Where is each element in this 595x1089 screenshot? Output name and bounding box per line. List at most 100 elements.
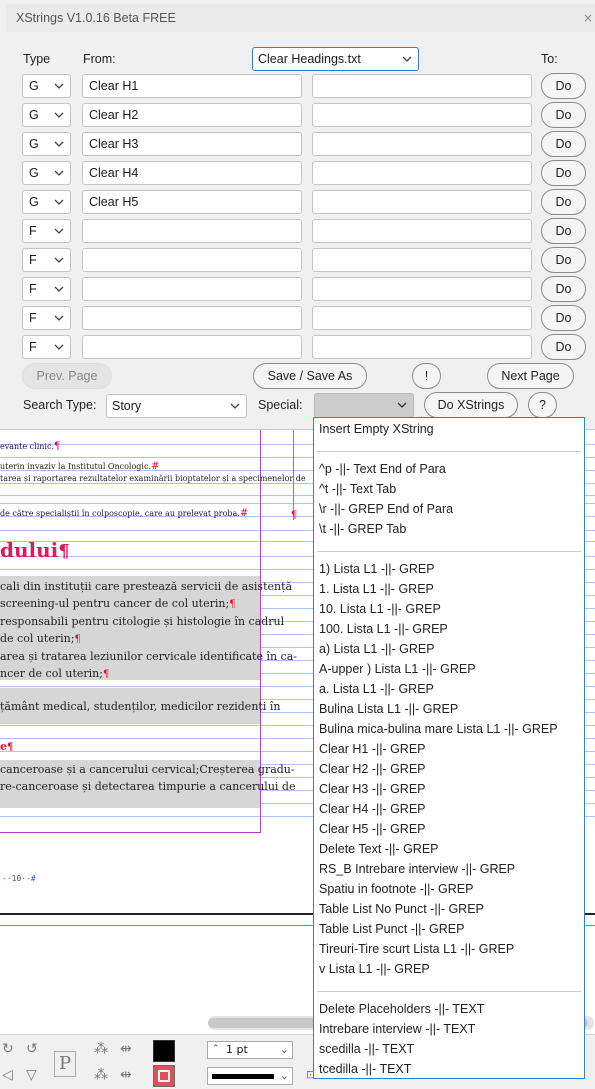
special-menu-item[interactable]: ^t -||- Text Tab xyxy=(319,482,396,496)
to-field[interactable] xyxy=(312,103,532,127)
menu-separator xyxy=(317,551,581,552)
rotate-cw-icon[interactable]: ↺ xyxy=(26,1041,38,1057)
special-menu-item[interactable]: Insert Empty XString xyxy=(319,422,434,436)
special-menu-item[interactable]: Bulina mica-bulina mare Lista L1 -||- GR… xyxy=(319,722,558,736)
special-menu-item[interactable]: Delete Text -||- GREP xyxy=(319,842,439,856)
special-select[interactable] xyxy=(314,393,414,418)
close-icon[interactable]: × xyxy=(583,11,593,25)
special-menu-item[interactable]: scedilla -||- TEXT xyxy=(319,1042,414,1056)
special-menu-item[interactable]: tcedilla -||- TEXT xyxy=(319,1062,411,1076)
distribute-icon[interactable]: ⁂ xyxy=(94,1041,108,1057)
special-menu-item[interactable]: RS_B Intrebare interview -||- GREP xyxy=(319,862,515,876)
align-icon[interactable]: ⇹ xyxy=(120,1041,132,1057)
special-menu-item[interactable]: a) Lista L1 -||- GREP xyxy=(319,642,435,656)
fill-swatch[interactable] xyxy=(153,1040,175,1062)
special-menu-item[interactable]: Bulina Lista L1 -||- GREP xyxy=(319,702,458,716)
do-button[interactable]: Do xyxy=(541,73,586,99)
do-button[interactable]: Do xyxy=(541,276,586,302)
do-xstrings-button[interactable]: Do XStrings xyxy=(424,392,518,418)
from-field[interactable] xyxy=(82,277,302,301)
stroke-swatch[interactable] xyxy=(153,1065,175,1087)
from-field[interactable]: Clear H1 xyxy=(82,74,302,98)
do-button[interactable]: Do xyxy=(541,131,586,157)
to-field[interactable] xyxy=(312,219,532,243)
special-menu-item[interactable]: 10. Lista L1 -||- GREP xyxy=(319,602,441,616)
to-field[interactable] xyxy=(312,335,532,359)
type-select[interactable]: G xyxy=(22,103,71,127)
special-menu-item[interactable]: Clear H3 -||- GREP xyxy=(319,782,426,796)
special-menu-item[interactable]: v Lista L1 -||- GREP xyxy=(319,962,430,976)
type-value: G xyxy=(29,108,39,122)
type-select[interactable]: F xyxy=(22,219,71,243)
special-menu-item[interactable]: ^p -||- Text End of Para xyxy=(319,462,446,476)
special-menu-item[interactable]: Clear H5 -||- GREP xyxy=(319,822,426,836)
type-select[interactable]: F xyxy=(22,306,71,330)
type-select[interactable]: F xyxy=(22,335,71,359)
do-button[interactable]: Do xyxy=(541,160,586,186)
to-field[interactable] xyxy=(312,248,532,272)
do-button[interactable]: Do xyxy=(541,189,586,215)
special-menu-item[interactable]: Delete Placeholders -||- TEXT xyxy=(319,1002,484,1016)
from-field[interactable] xyxy=(82,219,302,243)
special-menu-item[interactable]: Tireuri-Tire scurt Lista L1 -||- GREP xyxy=(319,942,514,956)
rotate-ccw-icon[interactable]: ↻ xyxy=(2,1041,14,1057)
from-field[interactable] xyxy=(82,306,302,330)
type-select[interactable]: G xyxy=(22,132,71,156)
to-field[interactable] xyxy=(312,306,532,330)
info-button[interactable]: ! xyxy=(412,363,441,389)
type-select[interactable]: G xyxy=(22,74,71,98)
save-button[interactable]: Save / Save As xyxy=(253,363,367,389)
special-menu-item[interactable]: 1) Lista L1 -||- GREP xyxy=(319,562,435,576)
type-select[interactable]: F xyxy=(22,248,71,272)
from-field[interactable]: Clear H2 xyxy=(82,103,302,127)
do-button[interactable]: Do xyxy=(541,102,586,128)
flip-icon[interactable]: ◁ xyxy=(2,1067,13,1083)
xstrings-dialog: XStrings V1.0.16 Beta FREE × Type From: … xyxy=(0,0,595,430)
to-field[interactable] xyxy=(312,277,532,301)
special-menu-item[interactable]: \t -||- GREP Tab xyxy=(319,522,406,536)
special-menu-item[interactable]: \r -||- GREP End of Para xyxy=(319,502,453,516)
to-field[interactable] xyxy=(312,190,532,214)
special-menu-item[interactable]: A-upper ) Lista L1 -||- GREP xyxy=(319,662,476,676)
special-menu-item[interactable]: Spatiu in footnote -||- GREP xyxy=(319,882,474,896)
special-menu-item[interactable]: Clear H1 -||- GREP xyxy=(319,742,426,756)
from-field[interactable]: Clear H5 xyxy=(82,190,302,214)
doc-line: tarea și raportarea rezultatelor examină… xyxy=(0,474,306,483)
from-field[interactable]: Clear H4 xyxy=(82,161,302,185)
stroke-type-select[interactable]: ⌄ xyxy=(207,1067,293,1085)
special-menu-item[interactable]: Table List No Punct -||- GREP xyxy=(319,902,484,916)
from-field[interactable]: Clear H3 xyxy=(82,132,302,156)
from-field[interactable] xyxy=(82,248,302,272)
type-select[interactable]: G xyxy=(22,190,71,214)
flip-vertical-icon[interactable]: ▽ xyxy=(26,1067,37,1083)
type-select[interactable]: G xyxy=(22,161,71,185)
special-menu-item[interactable]: Clear H2 -||- GREP xyxy=(319,762,426,776)
chevron-down-icon xyxy=(54,141,64,147)
special-menu-item[interactable]: 100. Lista L1 -||- GREP xyxy=(319,622,448,636)
do-button[interactable]: Do xyxy=(541,305,586,331)
align-v-icon[interactable]: ⇹ xyxy=(120,1067,132,1083)
stroke-weight-field[interactable]: ⌃ 1 pt ⌄ xyxy=(207,1041,293,1059)
search-type-select[interactable]: Story xyxy=(106,394,247,418)
do-button[interactable]: Do xyxy=(541,334,586,360)
special-menu-item[interactable]: a. Lista L1 -||- GREP xyxy=(319,682,434,696)
to-field[interactable] xyxy=(312,161,532,185)
special-menu-item[interactable]: Table List Punct -||- GREP xyxy=(319,922,464,936)
to-field[interactable] xyxy=(312,132,532,156)
text-frame-icon[interactable]: P xyxy=(54,1051,76,1077)
special-menu-item[interactable]: Intrebare interview -||- TEXT xyxy=(319,1022,475,1036)
do-button[interactable]: Do xyxy=(541,218,586,244)
help-button[interactable]: ? xyxy=(528,392,557,418)
preset-file-select[interactable]: Clear Headings.txt xyxy=(252,47,419,71)
to-field[interactable] xyxy=(312,74,532,98)
special-menu-item[interactable]: 1. Lista L1 -||- GREP xyxy=(319,582,434,596)
special-dropdown-list[interactable]: Insert Empty XString ^p -||- Text End of … xyxy=(313,417,585,1079)
distribute-v-icon[interactable]: ⁂ xyxy=(94,1067,108,1083)
next-page-button[interactable]: Next Page xyxy=(487,363,574,389)
type-select[interactable]: F xyxy=(22,277,71,301)
prev-page-button[interactable]: Prev. Page xyxy=(22,363,112,389)
special-menu-item[interactable]: Clear H4 -||- GREP xyxy=(319,802,426,816)
title-bar[interactable]: XStrings V1.0.16 Beta FREE × xyxy=(6,4,595,32)
from-field[interactable] xyxy=(82,335,302,359)
do-button[interactable]: Do xyxy=(541,247,586,273)
